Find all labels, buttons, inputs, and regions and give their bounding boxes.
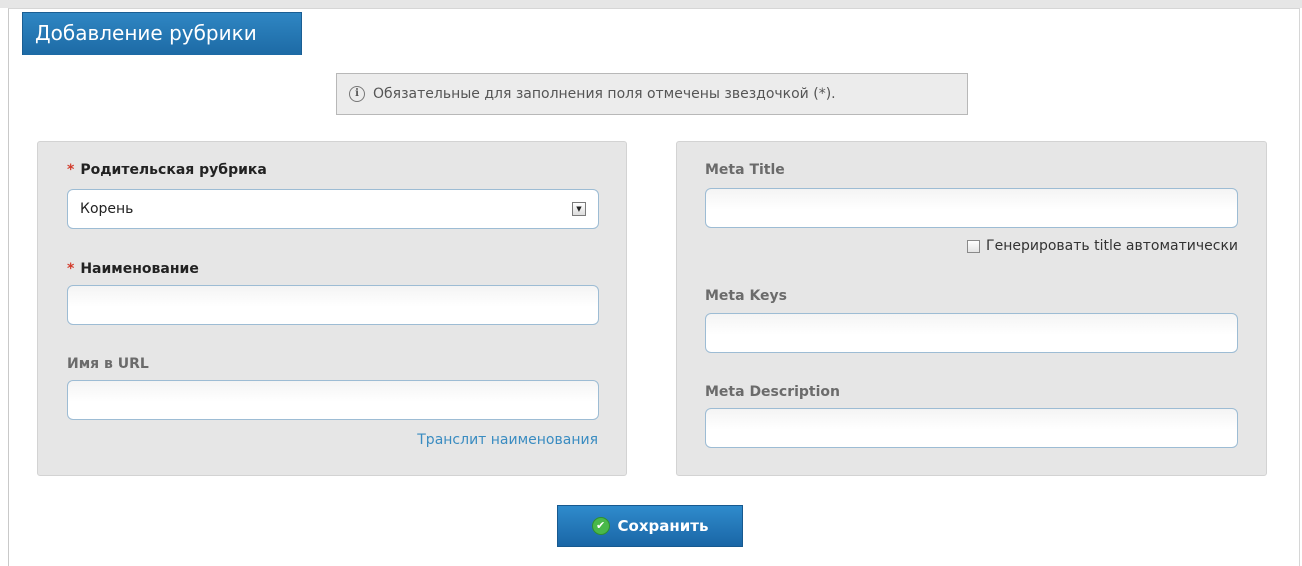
meta-keys-input[interactable] xyxy=(705,313,1238,353)
auto-title-option[interactable]: Генерировать title автоматически xyxy=(967,238,1238,254)
transliterate-link[interactable]: Транслит наименования xyxy=(417,432,598,448)
required-fields-notice: i Обязательные для заполнения поля отмеч… xyxy=(336,73,968,115)
name-label-text: Наименование xyxy=(80,261,199,277)
notice-text: Обязательные для заполнения поля отмечен… xyxy=(373,86,836,102)
info-icon: i xyxy=(349,86,365,102)
name-input[interactable] xyxy=(67,285,599,325)
meta-keys-label: Meta Keys xyxy=(705,288,787,304)
parent-category-value: Корень xyxy=(80,201,134,217)
parent-category-select[interactable]: Корень ▼ xyxy=(67,189,599,229)
page: Добавление рубрики i Обязательные для за… xyxy=(0,0,1302,566)
save-button-label: Сохранить xyxy=(617,517,709,535)
top-strip xyxy=(0,0,1302,8)
url-name-label: Имя в URL xyxy=(67,356,149,372)
meta-fields-panel: Meta Title Генерировать title автоматиче… xyxy=(676,141,1267,476)
meta-description-input[interactable] xyxy=(705,408,1238,448)
required-asterisk: * xyxy=(67,162,75,178)
name-label: * Наименование xyxy=(67,261,199,277)
url-name-input[interactable] xyxy=(67,380,599,420)
meta-title-label: Meta Title xyxy=(705,162,785,178)
parent-category-label: * Родительская рубрика xyxy=(67,162,267,178)
auto-title-checkbox[interactable] xyxy=(967,239,981,253)
chevron-down-icon[interactable]: ▼ xyxy=(572,202,586,216)
required-asterisk: * xyxy=(67,261,75,277)
save-button[interactable]: ✔ Сохранить xyxy=(557,505,743,547)
main-fields-panel: * Родительская рубрика Корень ▼ * Наименов… xyxy=(37,141,627,476)
page-title: Добавление рубрики xyxy=(22,12,302,55)
meta-title-input[interactable] xyxy=(705,188,1238,228)
auto-title-checkbox-label[interactable]: Генерировать title автоматически xyxy=(986,238,1238,254)
parent-category-label-text: Родительская рубрика xyxy=(80,162,267,178)
check-circle-icon: ✔ xyxy=(591,517,610,535)
meta-description-label: Meta Description xyxy=(705,384,840,400)
